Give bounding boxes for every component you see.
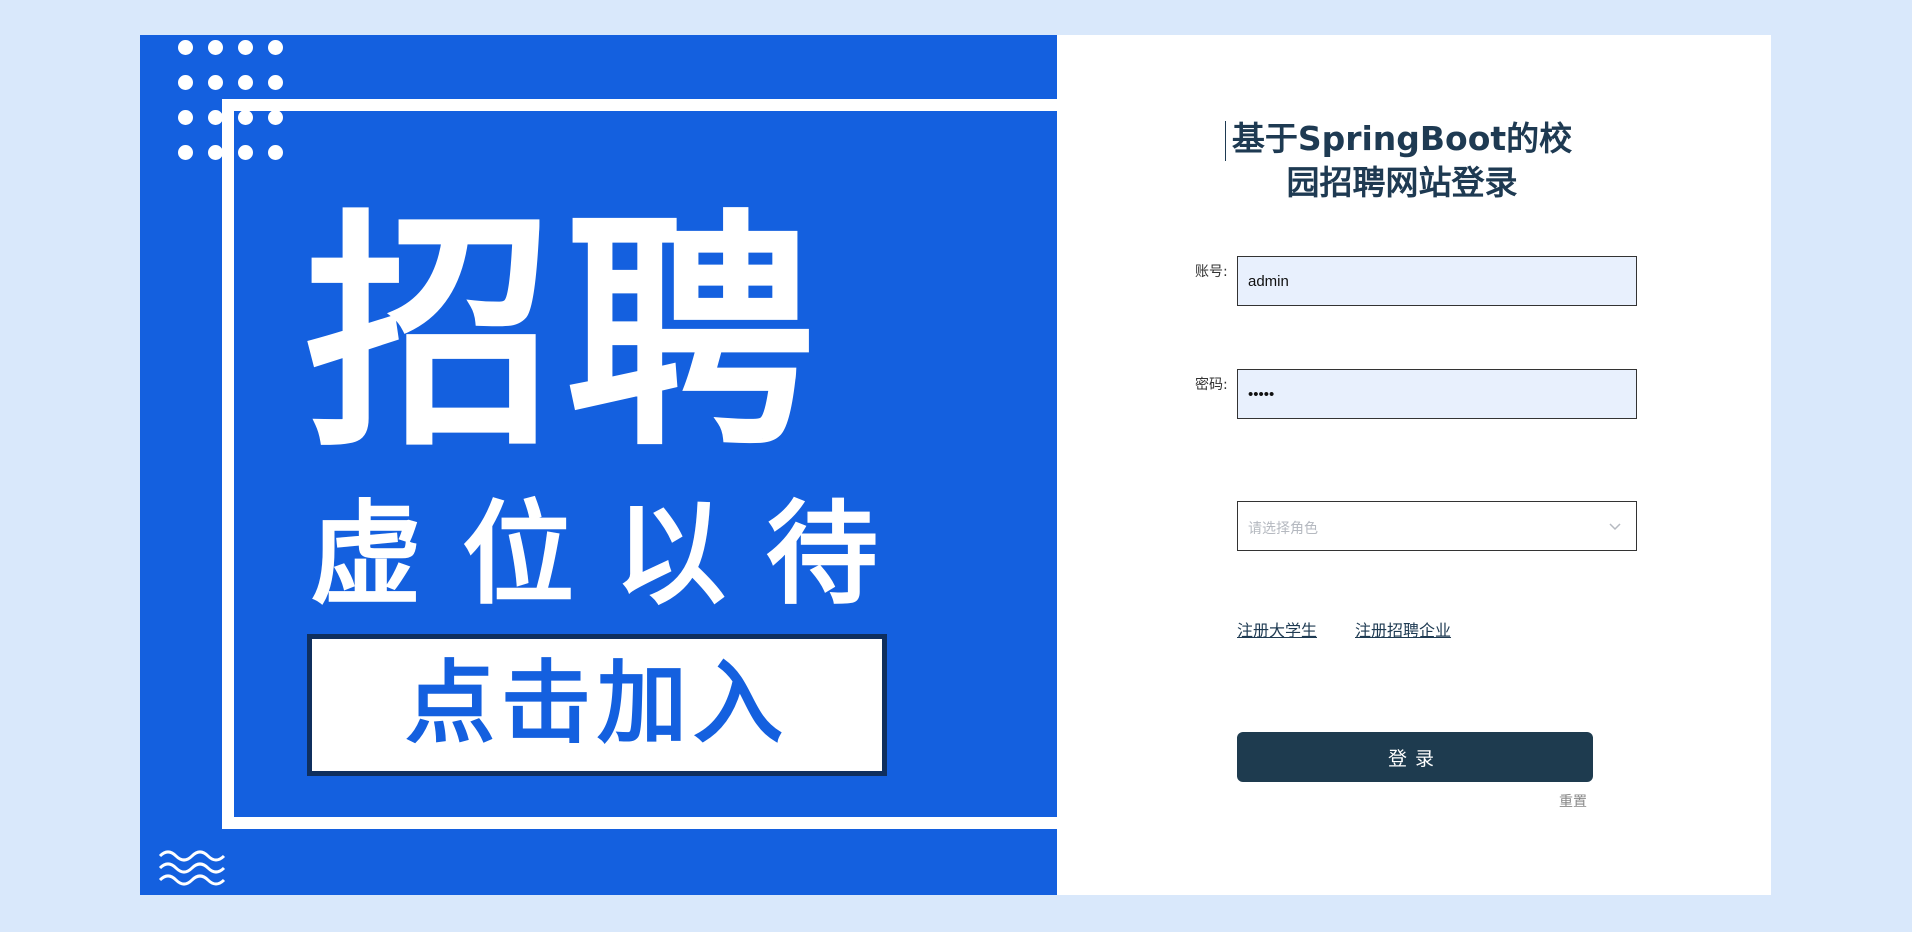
login-form: 基于SpringBoot的校园招聘网站登录 账号: 密码: 请选择角色 注册大学… bbox=[1057, 35, 1771, 895]
role-select-placeholder: 请选择角色 bbox=[1248, 521, 1318, 537]
register-student-link[interactable]: 注册大学生 bbox=[1237, 617, 1317, 641]
reset-link[interactable]: 重置 bbox=[1559, 791, 1587, 811]
dot bbox=[208, 75, 223, 90]
join-banner: 点击加入 bbox=[307, 634, 887, 776]
dot bbox=[178, 75, 193, 90]
chevron-down-icon bbox=[1609, 523, 1621, 531]
account-input[interactable] bbox=[1237, 256, 1637, 306]
recruitment-poster: 招聘 虚位以待 点击加入 bbox=[140, 35, 1057, 895]
account-label: 账号: bbox=[1195, 264, 1228, 280]
dot bbox=[208, 110, 223, 125]
register-company-link[interactable]: 注册招聘企业 bbox=[1355, 617, 1451, 641]
login-button[interactable]: 登录 bbox=[1237, 732, 1593, 782]
password-label: 密码: bbox=[1195, 377, 1228, 393]
dot bbox=[178, 110, 193, 125]
dot bbox=[238, 75, 253, 90]
waves-icon bbox=[158, 850, 226, 886]
dot bbox=[268, 75, 283, 90]
dot bbox=[268, 40, 283, 55]
poster-headline: 招聘 bbox=[305, 189, 825, 480]
page-title-text: 基于SpringBoot的校园招聘网站登录 bbox=[1231, 119, 1573, 202]
page-title: 基于SpringBoot的校园招聘网站登录 bbox=[1217, 117, 1587, 205]
dot bbox=[178, 40, 193, 55]
login-card: 招聘 虚位以待 点击加入 基于SpringBoot的校园招聘网站登录 账号: 密… bbox=[140, 35, 1771, 895]
role-select[interactable]: 请选择角色 bbox=[1237, 501, 1637, 551]
dot bbox=[178, 145, 193, 160]
poster-subline: 虚位以待 bbox=[310, 490, 918, 620]
text-caret bbox=[1225, 121, 1226, 161]
dot bbox=[238, 40, 253, 55]
dot bbox=[208, 40, 223, 55]
dot bbox=[208, 145, 223, 160]
password-input[interactable] bbox=[1237, 369, 1637, 419]
